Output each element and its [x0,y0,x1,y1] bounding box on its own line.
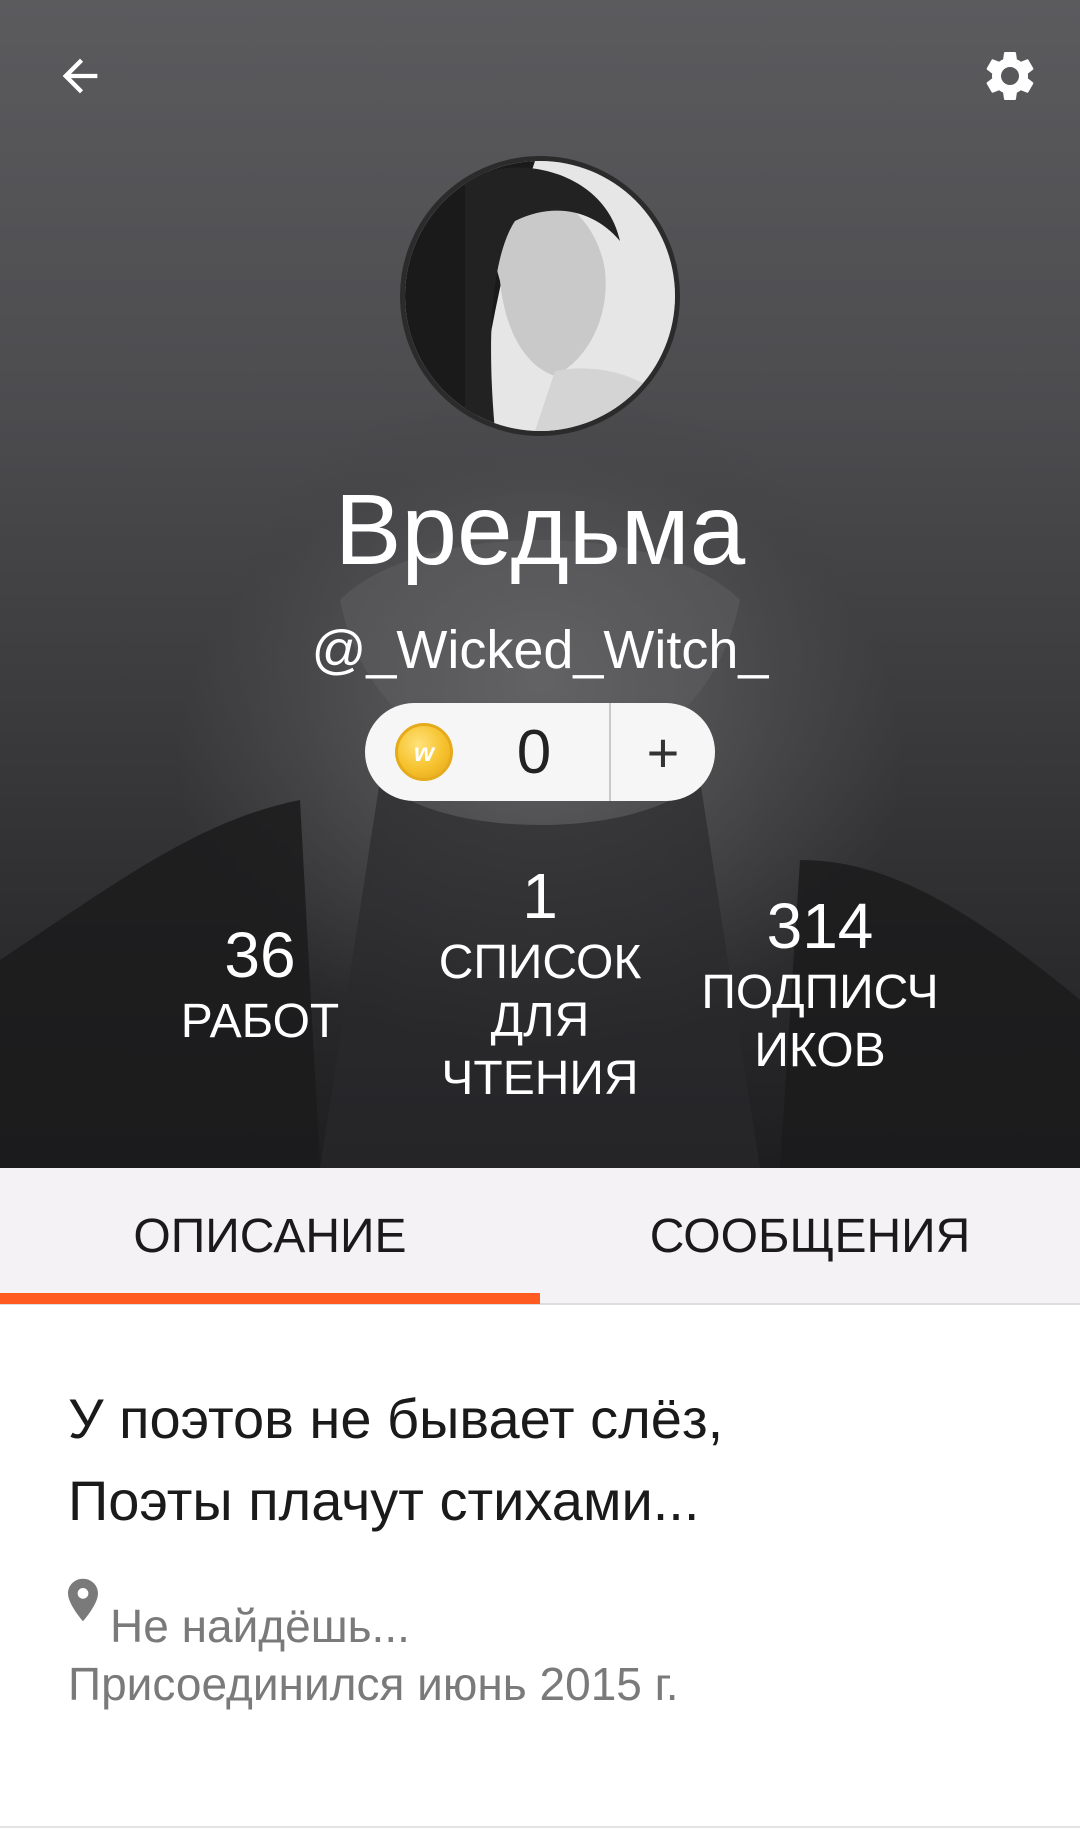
stat-reading-lists-label-line-1: СПИСОК [438,936,642,989]
coin-balance-pill: w 0 + [365,703,715,801]
stat-reading-lists[interactable]: 1 СПИСОК ДЛЯ ЧТЕНИЯ [420,858,660,1108]
arrow-left-icon [62,58,98,94]
location-row: Не найдёшь... [68,1578,1028,1656]
profile-tabs: ОПИСАНИЕ СООБЩЕНИЯ [0,1168,1080,1305]
divider [0,1826,1080,1828]
coin-count: 0 [516,717,552,787]
stat-works[interactable]: 36 РАБОТ [150,917,370,1051]
bio-line-2: Поэты плачут стихами... [68,1469,700,1532]
location-pin-icon [68,1578,98,1622]
tab-messages[interactable]: СООБЩЕНИЯ [540,1168,1080,1305]
active-tab-indicator [0,1293,540,1304]
stat-reading-lists-value: 1 [522,860,558,932]
wattpad-coin-icon: w [395,723,453,781]
avatar-photo [405,161,675,431]
bio-line-1: У поэтов не бывает слёз, [68,1387,724,1450]
display-name: Вредьма [334,474,746,586]
profile-header: Вредьма @_Wicked_Witch_ w 0 + 36 РАБОТ 1… [0,0,1080,1168]
profile-description: У поэтов не бывает слёз, Поэты плачут ст… [68,1378,1028,1542]
stat-reading-lists-label-line-3: ЧТЕНИЯ [441,1052,639,1105]
profile-page: Вредьма @_Wicked_Witch_ w 0 + 36 РАБОТ 1… [0,0,1080,1838]
join-date: Присоединился июнь 2015 г. [68,1658,679,1710]
stat-works-value: 36 [224,919,296,991]
avatar[interactable] [400,156,680,436]
stat-followers-label-line-2: ИКОВ [754,1024,886,1077]
back-button[interactable] [40,36,120,116]
add-coins-button[interactable]: + [611,703,715,801]
stat-works-label: РАБОТ [180,995,340,1048]
settings-button[interactable] [970,36,1050,116]
stat-reading-lists-label-line-2: ДЛЯ [490,994,590,1047]
gear-icon [986,51,1034,100]
username: @_Wicked_Witch_ [311,620,769,680]
stat-followers[interactable]: 314 ПОДПИСЧ ИКОВ [690,888,950,1080]
tab-about[interactable]: ОПИСАНИЕ [0,1168,540,1305]
stat-followers-value: 314 [766,890,874,962]
stat-followers-label-line-1: ПОДПИСЧ [701,966,939,1019]
location-text: Не найдёшь... [110,1600,410,1652]
